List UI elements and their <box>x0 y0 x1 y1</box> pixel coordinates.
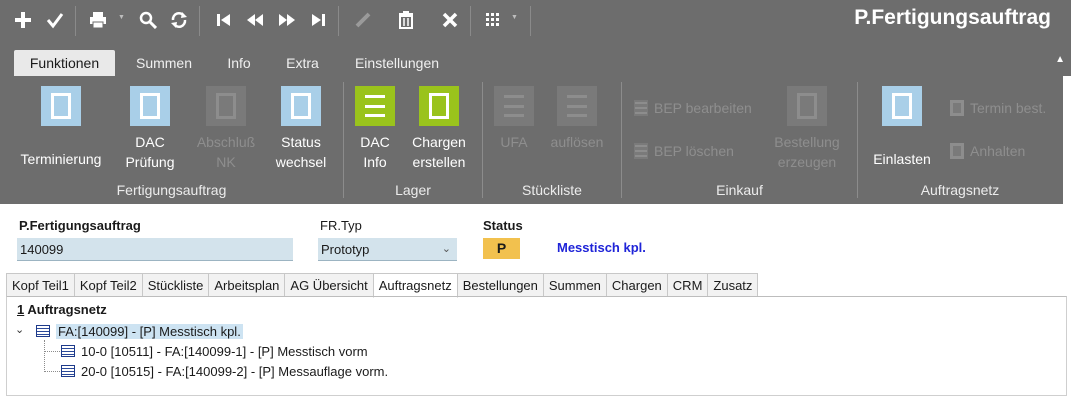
terminierung-button[interactable]: Terminierung <box>14 86 108 169</box>
trash-icon[interactable] <box>397 11 415 29</box>
ribbon-tab-info[interactable]: Info <box>214 50 264 76</box>
ribbon-tab-summen[interactable]: Summen <box>124 50 204 76</box>
bep-loeschen-button: BEP löschen <box>634 143 734 159</box>
tree-item-root[interactable]: FA:[140099] - [P] Messtisch kpl. <box>36 322 243 340</box>
anhalten-icon <box>950 143 964 159</box>
status-badge: P <box>483 238 520 259</box>
first-record-icon[interactable] <box>215 11 233 29</box>
check-icon[interactable] <box>46 11 64 29</box>
ribbon-tab-extra[interactable]: Extra <box>275 50 330 76</box>
collapse-ribbon-icon[interactable]: ▲ <box>1055 54 1065 65</box>
ribbon: Terminierung DAC Prüfung Abschluß NK Sta… <box>0 76 1063 204</box>
dac-info-button[interactable]: DAC Info <box>350 86 400 172</box>
termin-best-icon <box>950 100 964 116</box>
plus-icon[interactable] <box>14 11 32 29</box>
group-lager: DAC Info Chargen erstellen Lager <box>344 76 482 204</box>
edit-icon <box>354 11 372 29</box>
fa-label: P.Fertigungsauftrag <box>19 218 141 233</box>
dac-pruefung-icon <box>130 86 170 126</box>
order-root-icon <box>36 325 50 337</box>
close-icon[interactable] <box>441 11 459 29</box>
anhalten-button: Anhalten <box>950 143 1025 159</box>
group-label-lager: Lager <box>395 182 431 198</box>
bep-bearbeiten-icon <box>634 100 648 116</box>
tab-chargen[interactable]: Chargen <box>605 273 668 297</box>
printer-icon[interactable] <box>89 11 107 29</box>
status-wechsel-button[interactable]: Status wechsel <box>271 86 331 172</box>
main-toolbar: ▼ ▼ P.Fertigungsauftrag <box>0 0 1071 42</box>
tab-auftragsnetz[interactable]: Auftragsnetz <box>372 273 458 298</box>
group-label-einkauf: Einkauf <box>716 182 763 198</box>
ribbon-tabs: Funktionen Summen Info Extra Einstellung… <box>0 42 1071 76</box>
dac-info-icon <box>355 86 395 126</box>
tab-zusatz[interactable]: Zusatz <box>707 273 759 297</box>
grid-icon[interactable] <box>484 11 502 29</box>
bep-loeschen-icon <box>634 143 648 159</box>
chargen-erstellen-icon <box>419 86 459 126</box>
panel-title: 1 Auftragsnetz <box>17 302 107 317</box>
dac-pruefung-button[interactable]: DAC Prüfung <box>120 86 180 172</box>
tab-summen[interactable]: Summen <box>542 273 607 297</box>
group-auftragsnetz: Einlasten Termin best. Anhalten Auftrags… <box>858 76 1062 204</box>
last-record-icon[interactable] <box>309 11 327 29</box>
einlasten-button[interactable]: Einlasten <box>870 86 934 169</box>
group-label-stueckliste: Stückliste <box>522 182 582 198</box>
chargen-erstellen-button[interactable]: Chargen erstellen <box>408 86 470 172</box>
fa-number-field[interactable]: 140099 <box>17 238 293 261</box>
ufa-button: UFA <box>493 86 535 152</box>
bep-bearbeiten-button: BEP bearbeiten <box>634 100 752 116</box>
ribbon-tab-einstellungen[interactable]: Einstellungen <box>342 50 452 76</box>
ufa-icon <box>494 86 534 126</box>
bestellung-erzeugen-button: Bestellung erzeugen <box>768 86 846 172</box>
group-label-auftragsnetz: Auftragsnetz <box>920 182 1000 198</box>
terminierung-icon <box>41 86 81 126</box>
status-text: Messtisch kpl. <box>557 240 646 255</box>
abschluss-nk-button: Abschluß NK <box>196 86 256 172</box>
tree-collapse-icon[interactable]: ⌄ <box>15 323 24 336</box>
group-einkauf: BEP bearbeiten BEP löschen Bestellung er… <box>622 76 857 204</box>
einlasten-icon <box>882 86 922 126</box>
group-fertigungsauftrag: Terminierung DAC Prüfung Abschluß NK Sta… <box>0 76 343 204</box>
tree-item-child[interactable]: 10-0 [10511] - FA:[140099-1] - [P] Messt… <box>61 342 368 360</box>
group-stueckliste: UFA auflösen Stückliste <box>483 76 621 204</box>
fr-typ-label: FR.Typ <box>320 218 362 233</box>
tab-crm[interactable]: CRM <box>666 273 709 297</box>
detail-tabs: Kopf Teil1 Kopf Teil2 Stückliste Arbeits… <box>6 273 759 298</box>
table-icon <box>61 345 75 357</box>
status-label: Status <box>483 218 523 233</box>
chevron-down-icon[interactable]: ⌄ <box>442 238 451 261</box>
group-label-fertigungsauftrag: Fertigungsauftrag <box>116 182 227 198</box>
aufloesen-button: auflösen <box>547 86 607 152</box>
previous-record-icon[interactable] <box>246 11 264 29</box>
tab-kopf-teil1[interactable]: Kopf Teil1 <box>6 273 75 297</box>
abschluss-nk-icon <box>206 86 246 126</box>
search-icon[interactable] <box>139 11 157 29</box>
ribbon-tab-funktionen[interactable]: Funktionen <box>14 50 115 76</box>
next-record-icon[interactable] <box>278 11 296 29</box>
tree-item-child[interactable]: 20-0 [10515] - FA:[140099-2] - [P] Messa… <box>61 362 388 380</box>
refresh-icon[interactable] <box>170 11 188 29</box>
tab-kopf-teil2[interactable]: Kopf Teil2 <box>73 273 143 297</box>
app-title: P.Fertigungsauftrag <box>854 6 1051 29</box>
tab-bestellungen[interactable]: Bestellungen <box>456 273 544 297</box>
tab-stueckliste[interactable]: Stückliste <box>141 273 210 297</box>
tab-ag-uebersicht[interactable]: AG Übersicht <box>284 273 374 297</box>
fr-typ-value: Prototyp <box>321 242 370 257</box>
status-wechsel-icon <box>281 86 321 126</box>
bestellung-erzeugen-icon <box>787 86 827 126</box>
aufloesen-icon <box>557 86 597 126</box>
tab-arbeitsplan[interactable]: Arbeitsplan <box>208 273 286 297</box>
table-icon <box>61 365 75 377</box>
fr-typ-select[interactable]: Prototyp ⌄ <box>318 238 457 261</box>
termin-best-button: Termin best. <box>950 100 1046 116</box>
